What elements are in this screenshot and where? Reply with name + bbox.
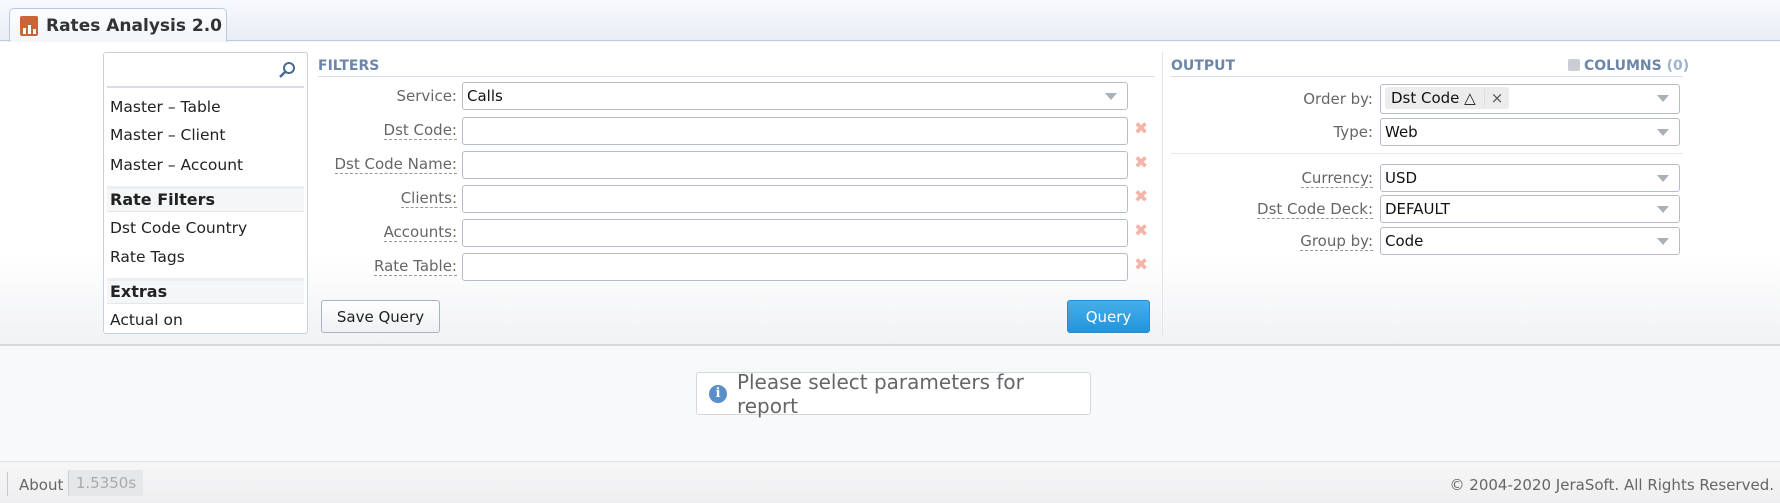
- dst-code-name-input[interactable]: [462, 151, 1128, 179]
- service-value: Calls: [467, 87, 503, 105]
- dst-code-deck-label: Dst Code Deck:: [1257, 200, 1373, 219]
- chevron-down-icon: [1657, 129, 1669, 136]
- chevron-down-icon: [1657, 175, 1669, 182]
- group-by-label: Group by:: [1300, 232, 1373, 251]
- dst-code-label: Dst Code:: [383, 121, 457, 140]
- sidebar-group-extras: Extras: [107, 278, 304, 304]
- dst-code-name-label: Dst Code Name:: [334, 155, 457, 174]
- group-by-value: Code: [1385, 232, 1424, 250]
- rate-table-input[interactable]: [462, 253, 1128, 281]
- render-time: 1.5350s: [68, 470, 143, 496]
- clients-label: Clients:: [400, 189, 457, 208]
- order-by-tag: Dst Code △ ×: [1385, 87, 1510, 109]
- type-label: Type:: [1333, 123, 1373, 141]
- sidebar-item-actual-on[interactable]: Actual on: [110, 311, 183, 329]
- divider: [318, 76, 1155, 77]
- plus-square-icon: [1568, 59, 1580, 71]
- sidebar-item-master-client[interactable]: Master – Client: [110, 126, 225, 144]
- remove-icon[interactable]: ×: [1483, 89, 1504, 107]
- sidebar-search[interactable]: [107, 53, 304, 88]
- chevron-down-icon: [1657, 95, 1669, 102]
- columns-label: COLUMNS: [1584, 58, 1662, 74]
- accounts-input[interactable]: [462, 219, 1128, 247]
- type-value: Web: [1385, 123, 1418, 141]
- clients-input[interactable]: [462, 185, 1128, 213]
- clear-icon[interactable]: ✖: [1134, 119, 1148, 139]
- currency-select[interactable]: USD: [1380, 164, 1680, 192]
- query-button[interactable]: Query: [1067, 300, 1150, 333]
- currency-value: USD: [1385, 169, 1418, 187]
- sidebar: Master – Table Master – Client Master – …: [103, 52, 308, 334]
- footer: About 1.5350s © 2004-2020 JeraSoft. All …: [0, 461, 1780, 503]
- output-title: OUTPUT: [1171, 58, 1235, 74]
- clear-icon[interactable]: ✖: [1134, 187, 1148, 207]
- sidebar-group-rate-filters: Rate Filters: [107, 186, 304, 212]
- tab-rates-analysis[interactable]: Rates Analysis 2.0: [9, 8, 227, 42]
- order-by-select[interactable]: Dst Code △ ×: [1380, 84, 1680, 114]
- chevron-down-icon: [1657, 206, 1669, 213]
- dst-code-input[interactable]: [462, 117, 1128, 145]
- service-label: Service:: [396, 87, 458, 105]
- service-select[interactable]: Calls: [462, 82, 1128, 110]
- sidebar-item-master-account[interactable]: Master – Account: [110, 156, 243, 174]
- order-by-tag-label: Dst Code △: [1391, 89, 1476, 107]
- copyright: © 2004-2020 JeraSoft. All Rights Reserve…: [1449, 476, 1774, 494]
- sidebar-search-input[interactable]: [107, 53, 267, 83]
- sidebar-item-dst-code-country[interactable]: Dst Code Country: [110, 219, 247, 237]
- divider: [1162, 52, 1163, 336]
- sidebar-item-rate-tags[interactable]: Rate Tags: [110, 248, 185, 266]
- group-by-select[interactable]: Code: [1380, 227, 1680, 255]
- sidebar-item-master-table[interactable]: Master – Table: [110, 98, 221, 116]
- search-icon[interactable]: [278, 61, 296, 79]
- order-by-label: Order by:: [1303, 90, 1373, 108]
- info-message: i Please select parameters for report: [696, 369, 1091, 418]
- top-bar: [0, 0, 1780, 41]
- dst-code-deck-select[interactable]: DEFAULT: [1380, 195, 1680, 223]
- clear-icon[interactable]: ✖: [1134, 221, 1148, 241]
- save-query-button[interactable]: Save Query: [321, 300, 440, 333]
- dst-code-deck-value: DEFAULT: [1385, 200, 1450, 218]
- tab-title: Rates Analysis 2.0: [46, 15, 222, 36]
- accounts-label: Accounts:: [383, 223, 457, 242]
- clear-icon[interactable]: ✖: [1134, 153, 1148, 173]
- about-link[interactable]: About: [19, 476, 63, 494]
- info-message-text: Please select parameters for report: [736, 369, 1024, 418]
- filters-title: FILTERS: [318, 58, 380, 74]
- columns-count: (0): [1666, 58, 1690, 74]
- clear-icon[interactable]: ✖: [1134, 255, 1148, 275]
- chevron-down-icon: [1657, 238, 1669, 245]
- divider: [1171, 153, 1683, 154]
- report-icon: [20, 15, 38, 36]
- type-select[interactable]: Web: [1380, 118, 1680, 146]
- rate-table-label: Rate Table:: [373, 257, 457, 276]
- info-icon: i: [709, 384, 727, 403]
- divider: [1171, 76, 1683, 77]
- chevron-down-icon: [1105, 93, 1117, 100]
- columns-toggle[interactable]: COLUMNS (0): [1568, 58, 1689, 74]
- currency-label: Currency:: [1301, 169, 1373, 188]
